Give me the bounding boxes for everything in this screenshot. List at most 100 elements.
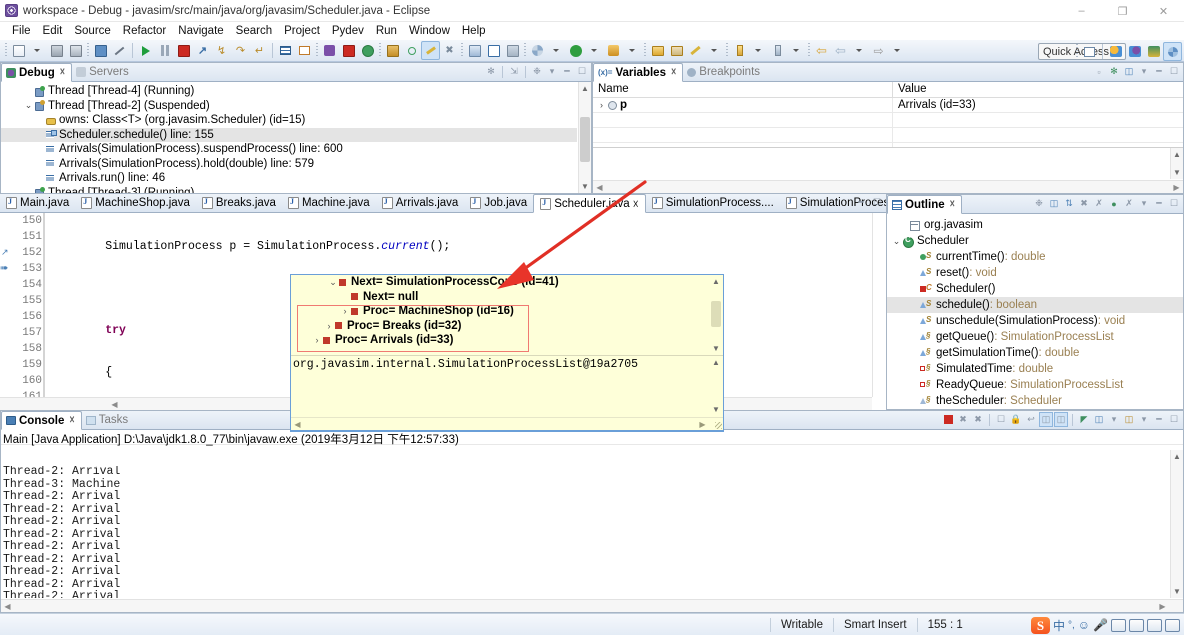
- perspective-pydev-icon[interactable]: [1144, 42, 1163, 61]
- open-type-icon[interactable]: [383, 41, 402, 60]
- scroll-down-icon[interactable]: ▼: [579, 180, 591, 193]
- open-console-icon[interactable]: ◫: [1122, 412, 1136, 427]
- editor-tab-main[interactable]: Main.java: [0, 194, 76, 212]
- hide-fields-icon[interactable]: ✖: [1077, 196, 1091, 211]
- tooltip-detail-scrollbar[interactable]: ▲ ▼: [709, 356, 723, 416]
- tooltip-tree-row[interactable]: › Proc= Arrivals (id=33): [291, 333, 723, 348]
- menu-window[interactable]: Window: [403, 24, 456, 38]
- last-edit-dropdown-icon[interactable]: [888, 41, 907, 60]
- view-menu-icon[interactable]: ▾: [1137, 64, 1151, 79]
- line-number-gutter[interactable]: ↗ ➠ 150 151 152 153 154 155 156 157 158 …: [0, 213, 46, 410]
- editor-tab-machine[interactable]: Machine.java: [281, 194, 376, 212]
- variable-row[interactable]: › p Arrivals (id=33): [593, 98, 1183, 113]
- minimize-button[interactable]: –: [1061, 0, 1102, 22]
- open-perspective-icon[interactable]: [1080, 42, 1099, 61]
- keyboard-icon[interactable]: [1111, 618, 1126, 632]
- hide-local-icon[interactable]: ✗: [1122, 196, 1136, 211]
- view-menu-icon[interactable]: ▾: [545, 64, 559, 79]
- editor-tab-arrivals[interactable]: Arrivals.java: [375, 194, 465, 212]
- skin-icon[interactable]: [1147, 618, 1162, 632]
- collapse-all-icon[interactable]: ✻: [1107, 64, 1121, 79]
- tab-tasks[interactable]: Tasks: [82, 411, 134, 430]
- scroll-up-icon[interactable]: ▲: [579, 82, 591, 95]
- scroll-up-icon[interactable]: ▲: [709, 275, 723, 288]
- toolbox-icon[interactable]: [1129, 618, 1144, 632]
- debug-tree-row-selected[interactable]: Scheduler.schedule() line: 155: [1, 127, 577, 142]
- tab-console[interactable]: Console ☓: [1, 411, 82, 430]
- debug-tree-row[interactable]: Arrivals.run() line: 46: [1, 171, 577, 186]
- console-body[interactable]: Main [Java Application] D:\Java\jdk1.8.0…: [1, 430, 1183, 612]
- tab-servers[interactable]: Servers: [72, 63, 135, 82]
- outline-item-method[interactable]: § getSimulationTime() : double: [887, 345, 1183, 361]
- maximize-icon[interactable]: ☐: [1167, 412, 1181, 427]
- sort-icon[interactable]: ⇅: [1062, 196, 1076, 211]
- perspective-java-icon[interactable]: [1106, 42, 1125, 61]
- close-icon[interactable]: ☓: [69, 415, 74, 426]
- debug-tree-scrollbar[interactable]: ▲ ▼: [578, 82, 591, 193]
- external-tools-dropdown-icon[interactable]: [623, 41, 642, 60]
- minimize-icon[interactable]: ━: [1152, 412, 1166, 427]
- show-on-error-icon[interactable]: ◫: [1054, 412, 1068, 427]
- display-dropdown-icon[interactable]: ▾: [1107, 412, 1121, 427]
- step-return-icon[interactable]: ↵: [250, 41, 269, 60]
- close-folder-icon[interactable]: [667, 41, 686, 60]
- scrollbar-thumb[interactable]: [711, 301, 721, 327]
- pin-console-icon[interactable]: ◤: [1077, 412, 1091, 427]
- debug-tree-row[interactable]: Arrivals(SimulationProcess).suspendProce…: [1, 142, 577, 157]
- toggle-breakpoint-icon[interactable]: [421, 41, 440, 60]
- scroll-left-icon[interactable]: ◀: [593, 181, 606, 193]
- clear-console-icon[interactable]: ☐: [994, 412, 1008, 427]
- scroll-left-icon[interactable]: ◀: [108, 398, 121, 410]
- hide-nonpublic-icon[interactable]: ●: [1107, 196, 1121, 211]
- forward-icon[interactable]: ⇦: [831, 41, 850, 60]
- suspend-icon[interactable]: [155, 41, 174, 60]
- expand-twisty[interactable]: ⌄: [327, 277, 339, 288]
- external-tools-icon[interactable]: [465, 41, 484, 60]
- variable-detail-pane[interactable]: ▲ ▼: [593, 147, 1183, 179]
- detail-scrollbar[interactable]: ▲ ▼: [1170, 148, 1183, 179]
- menu-refactor[interactable]: Refactor: [117, 24, 172, 38]
- new-package-icon[interactable]: [339, 41, 358, 60]
- forward-dropdown-icon[interactable]: [850, 41, 869, 60]
- editor-tab-machineshop[interactable]: MachineShop.java: [75, 194, 196, 212]
- outline-item-constructor[interactable]: C Scheduler(): [887, 281, 1183, 297]
- prev-annotation-icon[interactable]: [768, 41, 787, 60]
- print-screen-icon[interactable]: [91, 41, 110, 60]
- debug-tree[interactable]: Thread [Thread-4] (Running) ⌄ Thread [Th…: [1, 82, 591, 193]
- menu-run[interactable]: Run: [370, 24, 403, 38]
- menu-navigate[interactable]: Navigate: [172, 24, 229, 38]
- maximize-icon[interactable]: ☐: [870, 195, 884, 210]
- scroll-right-icon[interactable]: ▶: [696, 418, 709, 431]
- save-all-icon[interactable]: [66, 41, 85, 60]
- new-class-icon[interactable]: [358, 41, 377, 60]
- new-java-project-icon[interactable]: [320, 41, 339, 60]
- scroll-left-icon[interactable]: ◀: [291, 418, 304, 431]
- collapse-marker-icon[interactable]: ↗: [1, 247, 9, 258]
- editor-tab-job[interactable]: Job.java: [464, 194, 534, 212]
- word-wrap-icon[interactable]: ↩: [1024, 412, 1038, 427]
- tooltip-tree[interactable]: ⌄ Next= SimulationProcessCons (id=41) Ne…: [291, 275, 723, 355]
- search-icon[interactable]: [402, 41, 421, 60]
- variables-table[interactable]: Name Value › p Arrivals (id=33) ▲ ▼ ◀ ▶: [593, 82, 1183, 193]
- terminate-icon[interactable]: [174, 41, 193, 60]
- menu-source[interactable]: Source: [68, 24, 116, 38]
- remove-all-launches-icon[interactable]: ✖: [971, 412, 985, 427]
- skip-breakpoints-icon[interactable]: ✖: [440, 41, 459, 60]
- tab-breakpoints[interactable]: Breakpoints: [683, 63, 766, 82]
- close-button[interactable]: ✕: [1143, 0, 1184, 22]
- console-hscrollbar[interactable]: ◀ ▶: [1, 599, 1183, 612]
- perspective-other-icon[interactable]: [1163, 42, 1182, 61]
- external-tools-run-icon[interactable]: [604, 41, 623, 60]
- tab-variables[interactable]: (x)= Variables ☓: [593, 63, 684, 82]
- menu-search[interactable]: Search: [230, 24, 278, 38]
- annotation-dropdown-icon[interactable]: [705, 41, 724, 60]
- outline-item-field[interactable]: § ReadyQueue : SimulationProcessList: [887, 377, 1183, 393]
- minimize-icon[interactable]: ━: [1152, 196, 1166, 211]
- pin-icon[interactable]: ⇲: [507, 64, 521, 79]
- scroll-right-icon[interactable]: ▶: [1156, 600, 1169, 612]
- scrollbar-thumb[interactable]: [580, 117, 590, 162]
- outline-item-method[interactable]: S unschedule(SimulationProcess) : void: [887, 313, 1183, 329]
- toolbar-drag-handle[interactable]: [5, 43, 7, 58]
- editor-tab-simulationprocess-1[interactable]: SimulationProcess....: [645, 194, 780, 212]
- expand-twisty[interactable]: ⌄: [891, 236, 902, 247]
